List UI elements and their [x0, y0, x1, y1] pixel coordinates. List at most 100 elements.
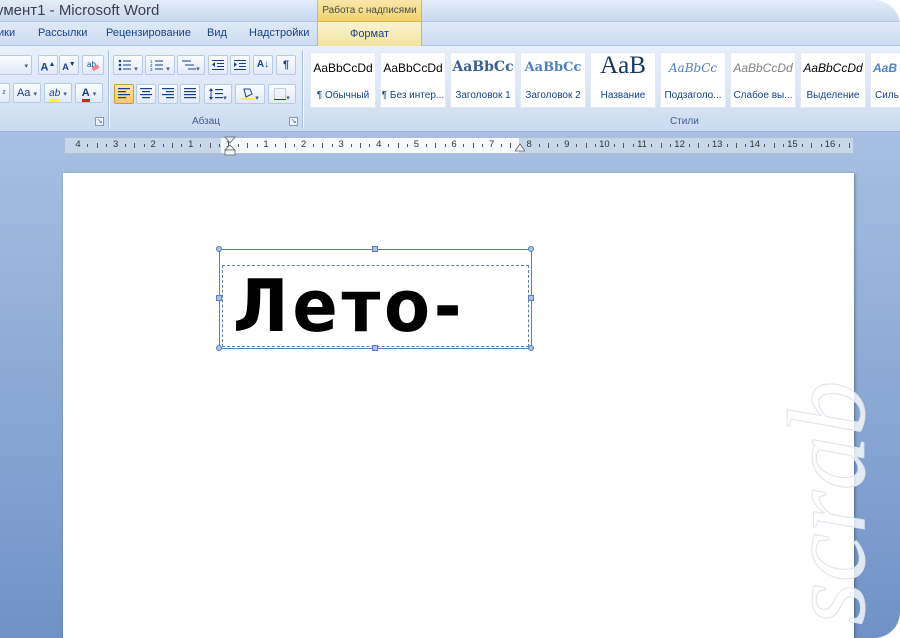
shading-button[interactable]: ▾ [235, 84, 265, 104]
ruler-tick [557, 144, 559, 147]
ruler-tick [162, 144, 164, 147]
ruler-tick [134, 143, 136, 148]
resize-handle-bottom-left[interactable] [216, 345, 222, 351]
style-subtitle[interactable]: AaBbCc Подзаголо... [660, 52, 726, 108]
resize-handle-top-left[interactable] [216, 246, 222, 252]
decrease-indent-button[interactable] [208, 55, 228, 75]
sort-icon: А↓ [256, 59, 270, 70]
tab-addins[interactable]: Надстройки [249, 27, 309, 39]
sort-button[interactable]: А↓ [253, 55, 273, 75]
ruler-number: 7 [488, 139, 495, 150]
align-right-button[interactable] [158, 84, 178, 104]
chevron-down-icon: ▾ [196, 66, 200, 73]
ruler-tick [689, 144, 690, 147]
subscript-button-partial[interactable]: ² [0, 83, 10, 103]
show-formatting-marks-button[interactable]: ¶ [276, 55, 296, 75]
tab-mailings[interactable]: Рассылки [38, 27, 87, 39]
change-case-button[interactable]: Aa ▾ [13, 83, 41, 103]
bullets-button[interactable]: ▾ [113, 55, 143, 75]
tab-view[interactable]: Вид [207, 27, 227, 39]
style-sample: AaBbCcDd [383, 61, 443, 75]
ruler-tick [811, 143, 813, 148]
increase-indent-button[interactable] [230, 55, 250, 75]
chevron-down-icon: ▾ [164, 66, 170, 73]
style-intense-emphasis[interactable]: AaB Силь [870, 52, 900, 108]
ruler-tick [87, 144, 89, 147]
chevron-down-icon: ▾ [33, 91, 38, 98]
font-dialog-launcher[interactable]: ↘ [95, 117, 104, 126]
tab-review[interactable]: Рецензирование [106, 27, 191, 39]
resize-handle-top[interactable] [372, 246, 378, 252]
style-name: Заголовок 1 [455, 90, 511, 101]
line-spacing-button[interactable]: ▾ [204, 84, 232, 104]
font-size-dropdown[interactable]: ▾ [0, 55, 32, 75]
align-left-button[interactable] [114, 84, 134, 104]
ruler-tick [256, 144, 258, 147]
resize-handle-top-right[interactable] [528, 246, 534, 252]
shrink-font-button[interactable]: A▼ [59, 55, 79, 75]
style-normal[interactable]: AaBbCcDd ¶ Обычный [310, 52, 376, 108]
ribbon-tab-bar: ики Рассылки Рецензирование Вид Надстрой… [0, 22, 900, 46]
align-center-button[interactable] [136, 84, 156, 104]
resize-handle-left[interactable] [216, 295, 222, 301]
style-name: ¶ Обычный [316, 90, 370, 101]
first-line-indent-marker[interactable] [224, 136, 236, 156]
highlight-color-button[interactable]: ab ▾ [44, 83, 72, 103]
tab-format[interactable]: Формат [317, 22, 422, 46]
ruler-tick [773, 143, 775, 148]
ruler-number: 15 [787, 139, 798, 150]
style-heading-2[interactable]: AaBbCc Заголовок 2 [520, 52, 586, 108]
resize-handle-right[interactable] [528, 295, 534, 301]
ruler-tick [237, 144, 239, 147]
ruler-number: 2 [300, 139, 307, 150]
right-indent-marker[interactable] [515, 143, 525, 155]
font-color-button[interactable]: A ▾ [75, 83, 103, 103]
font-color-icon: A [81, 87, 90, 102]
justify-icon [184, 88, 196, 99]
paint-bucket-icon [241, 88, 256, 100]
ruler-tick [322, 143, 324, 148]
chevron-down-icon: ▾ [255, 95, 259, 102]
style-subtle-emphasis[interactable]: AaBbCcDd Слабое вы... [730, 52, 796, 108]
multilevel-list-button[interactable]: ▾ [177, 55, 205, 75]
ruler-tick [425, 144, 427, 147]
ruler-tick [660, 143, 662, 148]
horizontal-ruler[interactable]: 4 3 2 1 1 1 2 3 4 5 6 7 8 9 10 11 12 13 14 15 16 [64, 136, 854, 156]
ruler-tick [510, 143, 512, 148]
ruler-tick [200, 144, 202, 147]
justify-button[interactable] [180, 84, 200, 104]
chevron-down-icon: ▾ [63, 91, 67, 98]
ruler-number: 11 [637, 139, 647, 150]
style-heading-1[interactable]: AaBbCc Заголовок 1 [450, 52, 516, 108]
ruler-tick [209, 143, 211, 148]
grow-font-button[interactable]: A▲ [38, 55, 58, 75]
document-page[interactable]: Лето- [63, 173, 854, 638]
style-sample: AaBbCcDd [803, 61, 863, 75]
tab-insert-partial[interactable]: ики [0, 27, 15, 39]
style-name: ¶ Без интер... [381, 90, 445, 101]
ruler-tick [848, 143, 850, 148]
style-title[interactable]: AaB Название [590, 52, 656, 108]
ruler-tick [783, 144, 784, 147]
clear-formatting-button[interactable]: ab [82, 55, 104, 75]
style-name: Выделение [806, 90, 860, 101]
grow-font-label: A [40, 61, 49, 74]
text-box[interactable]: Лето- [216, 246, 534, 351]
align-left-icon [118, 88, 130, 99]
decrease-indent-icon [212, 60, 224, 70]
ruler-tick [707, 144, 709, 147]
eraser-icon: ab [87, 60, 100, 72]
ruler-tick [576, 144, 578, 147]
paragraph-dialog-launcher[interactable]: ↘ [289, 117, 298, 126]
ruler-tick [820, 144, 822, 147]
align-right-icon [162, 88, 174, 99]
borders-button[interactable]: ▾ [268, 84, 296, 104]
superscript-icon: ² [2, 88, 6, 98]
ruler-tick [670, 144, 672, 147]
text-box-text[interactable]: Лето- [233, 269, 465, 343]
ruler-tick [219, 144, 220, 147]
style-emphasis[interactable]: AaBbCcDd Выделение [800, 52, 866, 108]
resize-handle-bottom-right[interactable] [528, 345, 534, 351]
numbering-button[interactable]: 123 ▾ [145, 55, 175, 75]
style-no-spacing[interactable]: AaBbCcDd ¶ Без интер... [380, 52, 446, 108]
